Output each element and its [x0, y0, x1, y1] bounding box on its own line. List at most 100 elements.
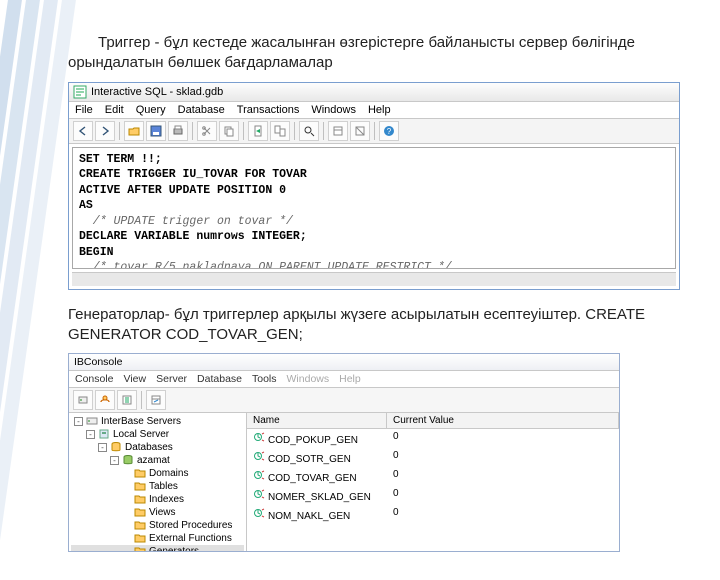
- tree-label: Local Server: [113, 429, 169, 440]
- tree-databases[interactable]: - Databases: [71, 441, 244, 454]
- generator-name: COD_POKUP_GEN: [247, 430, 387, 447]
- generator-name: NOM_NAKL_GEN: [247, 506, 387, 523]
- tree-azamat[interactable]: -azamat: [71, 454, 244, 467]
- rollback-button[interactable]: [350, 121, 370, 141]
- execute-button[interactable]: [248, 121, 268, 141]
- sql-title: Interactive SQL - sklad.gdb: [91, 86, 223, 98]
- tree-label: Stored Procedures: [149, 520, 232, 531]
- tree-toggle-icon[interactable]: -: [110, 456, 119, 465]
- menu-query[interactable]: Query: [136, 104, 166, 116]
- list-item[interactable]: COD_POKUP_GEN0: [247, 429, 619, 448]
- col-header-name[interactable]: Name: [247, 413, 387, 428]
- horizontal-scrollbar[interactable]: [72, 272, 676, 286]
- list-item[interactable]: COD_SOTR_GEN0: [247, 448, 619, 467]
- trigger-text: Триггер - бұл кестеде жасалынған өзгеріс…: [68, 34, 635, 71]
- print-button[interactable]: [168, 121, 188, 141]
- menu-transactions[interactable]: Transactions: [237, 104, 300, 116]
- sql-titlebar: Interactive SQL - sklad.gdb: [69, 83, 679, 102]
- generator-icon: [253, 469, 265, 481]
- ibconsole-tree[interactable]: -InterBase Servers-Local Server-Database…: [69, 413, 247, 551]
- copy-button[interactable]: [219, 121, 239, 141]
- tree-tables[interactable]: Tables: [71, 480, 244, 493]
- connect-button[interactable]: [95, 390, 115, 410]
- execute-commit-button[interactable]: [270, 121, 290, 141]
- tree-views[interactable]: Views: [71, 506, 244, 519]
- generator-name: NOMER_SKLAD_GEN: [247, 487, 387, 504]
- ib-menu-console[interactable]: Console: [75, 373, 114, 385]
- server-icon: [98, 428, 110, 440]
- generator-paragraph: Генераторлар- бұл триггерлер арқылы жүзе…: [68, 305, 680, 346]
- folder-icon: [134, 506, 146, 518]
- list-header: Name Current Value: [247, 413, 619, 429]
- ib-menu-view[interactable]: View: [124, 373, 147, 385]
- generator-icon: [253, 507, 265, 519]
- ibconsole-toolbar: [69, 388, 619, 413]
- tree-interbase-servers[interactable]: - InterBase Servers: [71, 415, 244, 428]
- generator-value: 0: [387, 449, 619, 466]
- generator-icon: [253, 488, 265, 500]
- tree-label: Databases: [125, 442, 173, 453]
- tree-stored-procedures[interactable]: Stored Procedures: [71, 519, 244, 532]
- ib-menu-help[interactable]: Help: [339, 373, 361, 385]
- generator-text: Генераторлар- бұл триггерлер арқылы жүзе…: [68, 306, 645, 343]
- menu-help[interactable]: Help: [368, 104, 391, 116]
- refresh-button[interactable]: [117, 390, 137, 410]
- save-button[interactable]: [146, 121, 166, 141]
- folder-icon: [134, 467, 146, 479]
- server-root-icon: [86, 415, 98, 427]
- ibconsole-window: IBConsole Console View Server Database Tools…: [68, 353, 620, 552]
- ib-menu-server[interactable]: Server: [156, 373, 187, 385]
- menu-database[interactable]: Database: [178, 104, 225, 116]
- tree-label: Indexes: [149, 494, 184, 505]
- commit-button[interactable]: [328, 121, 348, 141]
- tree-generators[interactable]: Generators: [71, 545, 244, 551]
- col-header-value[interactable]: Current Value: [387, 413, 619, 428]
- tree-toggle-icon[interactable]: -: [98, 443, 107, 452]
- tree-label: Tables: [149, 481, 178, 492]
- ib-menu-windows[interactable]: Windows: [287, 373, 330, 385]
- menu-windows[interactable]: Windows: [311, 104, 356, 116]
- tree-label: External Functions: [149, 533, 232, 544]
- folder-icon: [134, 532, 146, 544]
- ibconsole-list: Name Current Value COD_POKUP_GEN0COD_SOT…: [247, 413, 619, 551]
- ibconsole-title: IBConsole: [74, 356, 122, 368]
- cut-button[interactable]: [197, 121, 217, 141]
- svg-text:?: ?: [387, 127, 392, 136]
- help-button[interactable]: ?: [379, 121, 399, 141]
- generator-name: COD_SOTR_GEN: [247, 449, 387, 466]
- generator-value: 0: [387, 430, 619, 447]
- list-item[interactable]: COD_TOVAR_GEN0: [247, 467, 619, 486]
- list-body: COD_POKUP_GEN0COD_SOTR_GEN0COD_TOVAR_GEN…: [247, 429, 619, 524]
- tree-label: Generators: [149, 546, 199, 552]
- tree-toggle-icon[interactable]: -: [86, 430, 95, 439]
- register-server-button[interactable]: [73, 390, 93, 410]
- tree-domains[interactable]: Domains: [71, 467, 244, 480]
- find-button[interactable]: [299, 121, 319, 141]
- generator-value: 0: [387, 487, 619, 504]
- menu-edit[interactable]: Edit: [105, 104, 124, 116]
- prev-button[interactable]: [73, 121, 93, 141]
- folder-icon: [134, 519, 146, 531]
- generator-value: 0: [387, 506, 619, 523]
- sql-code-pane[interactable]: SET TERM !!; CREATE TRIGGER IU_TOVAR FOR…: [72, 147, 676, 269]
- tree-label: InterBase Servers: [101, 416, 181, 427]
- ibconsole-menubar: Console View Server Database Tools Windows Hel…: [69, 371, 619, 388]
- tree-indexes[interactable]: Indexes: [71, 493, 244, 506]
- generator-value: 0: [387, 468, 619, 485]
- tree-toggle-icon[interactable]: -: [74, 417, 83, 426]
- list-item[interactable]: NOM_NAKL_GEN0: [247, 505, 619, 524]
- sql-toolbar: ?: [69, 119, 679, 144]
- tree-local-server[interactable]: - Local Server: [71, 428, 244, 441]
- app-icon: [73, 85, 87, 99]
- folder-icon: [134, 480, 146, 492]
- tree-label: Domains: [149, 468, 188, 479]
- isql-button[interactable]: [146, 390, 166, 410]
- trigger-paragraph: Триггер - бұл кестеде жасалынған өзгеріс…: [68, 33, 680, 74]
- menu-file[interactable]: File: [75, 104, 93, 116]
- tree-external-functions[interactable]: External Functions: [71, 532, 244, 545]
- next-button[interactable]: [95, 121, 115, 141]
- ib-menu-database[interactable]: Database: [197, 373, 242, 385]
- open-button[interactable]: [124, 121, 144, 141]
- ib-menu-tools[interactable]: Tools: [252, 373, 277, 385]
- list-item[interactable]: NOMER_SKLAD_GEN0: [247, 486, 619, 505]
